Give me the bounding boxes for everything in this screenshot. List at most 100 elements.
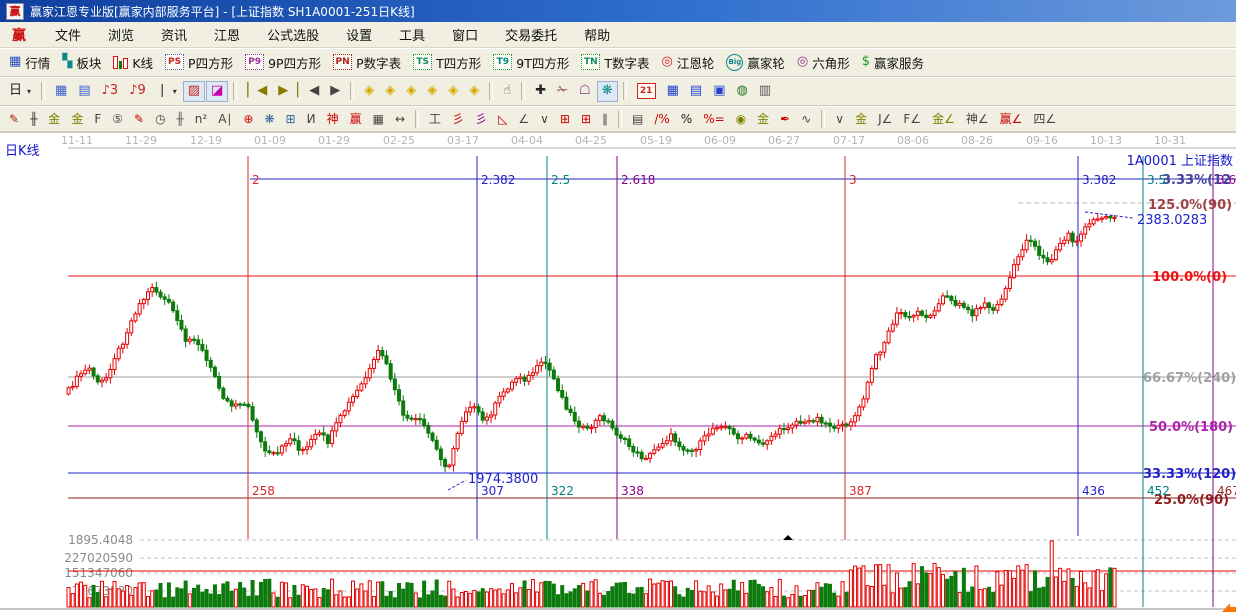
pencil-tool[interactable]: ✎ xyxy=(4,108,24,129)
drag-hand-button[interactable]: ☝ xyxy=(498,81,516,102)
menu-settings[interactable]: 设置 xyxy=(346,25,372,44)
parallel-lines-tool[interactable]: ∥ xyxy=(597,108,613,129)
menu-formula-picker[interactable]: 公式选股 xyxy=(267,25,319,44)
winner-service-button[interactable]: $赢家服务 xyxy=(857,52,929,73)
menu-browse[interactable]: 浏览 xyxy=(108,25,134,44)
p-square-button[interactable]: PSP四方形 xyxy=(160,52,238,73)
svg-text:08-06: 08-06 xyxy=(897,134,929,147)
fibonacci-grid-tool[interactable]: F xyxy=(89,108,106,129)
gold-grid2-tool[interactable]: 金 xyxy=(66,108,88,129)
brain-wheel-button[interactable]: ❋ xyxy=(597,81,618,102)
menu-trade[interactable]: 交易委托 xyxy=(505,25,557,44)
menu-window[interactable]: 窗口 xyxy=(452,25,478,44)
gold-angle2-tool[interactable]: 金∠ xyxy=(927,108,960,129)
stats-table-tool[interactable]: ▤ xyxy=(627,108,648,129)
gold-line-tool[interactable]: 金 xyxy=(752,108,774,129)
ying-angle-tool[interactable]: 赢∠ xyxy=(995,108,1028,129)
percent-tool[interactable]: % xyxy=(676,108,697,129)
zoom-v-button[interactable]: ◈ xyxy=(443,81,463,102)
zigzag-tool[interactable]: ∨ xyxy=(535,108,554,129)
ninep-square-button[interactable]: P99P四方形 xyxy=(240,52,326,73)
beam-tool[interactable]: 工 xyxy=(424,108,446,129)
calendar-grid-tool[interactable]: ▦ xyxy=(368,108,389,129)
ying-box-tool[interactable]: 赢 xyxy=(345,108,367,129)
andrews-tool[interactable]: A∣ xyxy=(213,108,237,129)
gann-pattern-button[interactable]: ▨ xyxy=(183,81,205,102)
square-number-tool[interactable]: n² xyxy=(190,108,212,129)
t-number-table-button[interactable]: TNT数字表 xyxy=(576,52,654,73)
erase-line-button[interactable]: ✁ xyxy=(552,81,573,102)
corner-fan-tool[interactable]: ◺ xyxy=(493,108,512,129)
last-page-button[interactable]: ▶▕ xyxy=(273,81,303,102)
svg-text:07-17: 07-17 xyxy=(833,134,865,147)
angle-line-tool[interactable]: ∠ xyxy=(513,108,534,129)
gold-circle-tool[interactable]: ◉ xyxy=(731,108,751,129)
chart-canvas[interactable]: 11-1111-2912-1901-0901-2902-2503-1704-04… xyxy=(0,132,1236,613)
print-button[interactable]: ▥ xyxy=(754,81,776,102)
zoom-fit-button[interactable]: ◈ xyxy=(464,81,484,102)
web-export-button[interactable]: ◍ xyxy=(731,81,752,102)
spider-web-tool[interactable]: ❋ xyxy=(259,108,279,129)
wave-channel-tool[interactable]: ∿ xyxy=(796,108,816,129)
f-angle-tool[interactable]: F∠ xyxy=(898,108,926,129)
price-grid-tool[interactable]: ⊞ xyxy=(555,108,575,129)
menu-file[interactable]: 文件 xyxy=(55,25,81,44)
crosshair-button[interactable]: ✚ xyxy=(530,81,551,102)
red-pencil-tool[interactable]: ✎ xyxy=(129,108,149,129)
bar-style-dropdown[interactable]: ❘▾ xyxy=(152,81,182,102)
next-bar-button[interactable]: ▶ xyxy=(325,81,345,102)
menu-gann[interactable]: 江恩 xyxy=(214,25,240,44)
zoom-in-h-button[interactable]: ◈ xyxy=(422,81,442,102)
shen-angle-tool[interactable]: 神∠ xyxy=(961,108,994,129)
percent-line-tool[interactable]: %= xyxy=(698,108,729,129)
color-histogram-button[interactable]: ◪ xyxy=(206,81,228,102)
candle-style-dropdown[interactable]: 日▾ xyxy=(4,81,36,102)
t-square-button[interactable]: TST四方形 xyxy=(408,52,486,73)
notes-button[interactable]: ▤ xyxy=(685,81,707,102)
wave3-button[interactable]: ♪3 xyxy=(97,81,124,102)
j-angle-tool[interactable]: J∠ xyxy=(873,108,897,129)
percent-slash-tool[interactable]: /% xyxy=(649,108,674,129)
gold-grid-tool[interactable]: 金 xyxy=(43,108,65,129)
spiral-tool[interactable]: ⑤ xyxy=(107,108,128,129)
circle-cross-tool[interactable]: ⊕ xyxy=(238,108,258,129)
calculator-button[interactable]: ▦ xyxy=(662,81,684,102)
price-grid-arrow-tool[interactable]: ⊞ xyxy=(576,108,596,129)
p-number-table-button[interactable]: PNP数字表 xyxy=(328,52,406,73)
span-measure-tool[interactable]: ↔ xyxy=(390,108,410,129)
web-square-tool[interactable]: ⊞ xyxy=(281,108,301,129)
pan-right-button[interactable]: ◈ xyxy=(380,81,400,102)
zigzag-marks-tool[interactable]: И xyxy=(302,108,321,129)
menu-news[interactable]: 资讯 xyxy=(161,25,187,44)
kline-button[interactable]: K线 xyxy=(108,52,158,73)
shen-grid-tool[interactable]: 神 xyxy=(322,108,344,129)
time-cycle-tool[interactable]: ◷ xyxy=(150,108,170,129)
prev-bar-button[interactable]: ◀ xyxy=(304,81,324,102)
marker-pen-tool[interactable]: ✒ xyxy=(775,108,795,129)
zoom-out-h-button[interactable]: ◈ xyxy=(401,81,421,102)
gann-fan-tool[interactable]: 彡 xyxy=(447,108,469,129)
gold-angle-tool[interactable]: 金 xyxy=(850,108,872,129)
quote-sheet-button[interactable]: ▤ xyxy=(73,81,95,102)
ninet-square-button[interactable]: T99T四方形 xyxy=(488,52,574,73)
pan-left-button[interactable]: ◈ xyxy=(359,81,379,102)
gann-wheel-button[interactable]: ◎江恩轮 xyxy=(657,52,720,73)
time-division-tool[interactable]: ╫ xyxy=(25,108,42,129)
grid-marks-tool[interactable]: ╫ xyxy=(172,108,189,129)
sectors-button[interactable]: ▚板块 xyxy=(57,52,106,73)
four-angle-tool[interactable]: 四∠ xyxy=(1028,108,1061,129)
menu-tools[interactable]: 工具 xyxy=(399,25,425,44)
wave-v-tool[interactable]: ∨ xyxy=(830,108,849,129)
flag-tool-button[interactable]: ☖ xyxy=(574,81,596,102)
pattern-view-button[interactable]: ▦ xyxy=(50,81,72,102)
winner-wheel-button[interactable]: Big赢家轮 xyxy=(721,52,790,73)
calendar-button[interactable]: 21 xyxy=(632,81,661,102)
first-page-button[interactable]: ▏◀ xyxy=(242,81,272,102)
fan-box-tool[interactable]: 彡 xyxy=(470,108,492,129)
menu-help[interactable]: 帮助 xyxy=(584,25,610,44)
quotes-button[interactable]: ▦行情 xyxy=(4,52,55,73)
wave9-button[interactable]: ♪9 xyxy=(124,81,151,102)
save-button[interactable]: ▣ xyxy=(708,81,730,102)
kline-chart[interactable]: 11-1111-2912-1901-0901-2902-2503-1704-04… xyxy=(0,133,1236,613)
hexagon-button[interactable]: ◎六角形 xyxy=(792,52,855,73)
